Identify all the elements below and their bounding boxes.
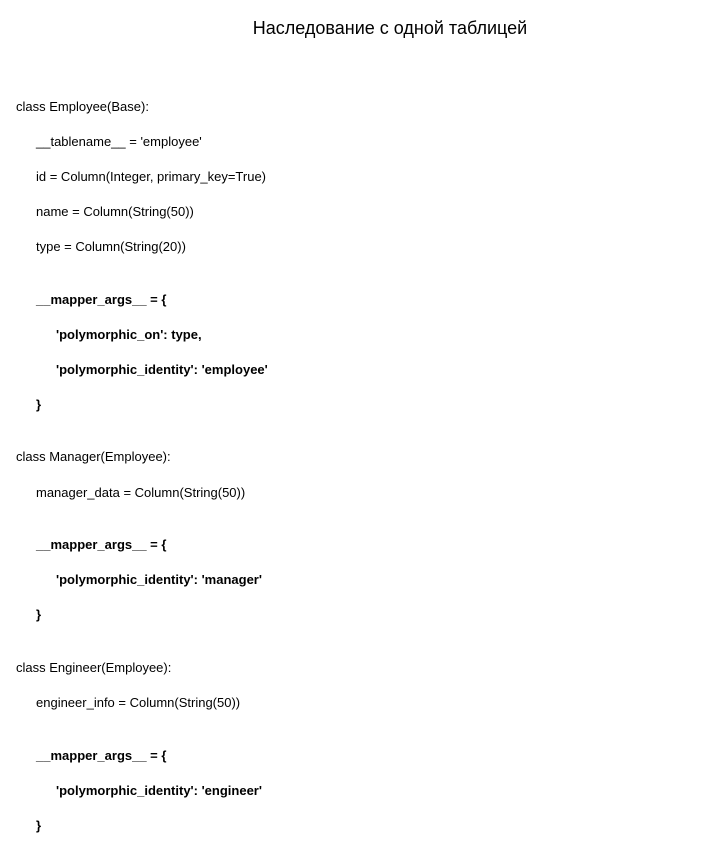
- code-line: manager_data = Column(String(50)): [16, 484, 268, 502]
- code-line: __tablename__ = 'employee': [16, 133, 268, 151]
- code-line: class Manager(Employee):: [16, 448, 268, 466]
- code-line: class Employee(Base):: [16, 98, 268, 116]
- code-line: }: [16, 396, 268, 414]
- code-line: 'polymorphic_on': type,: [16, 326, 268, 344]
- code-line: __mapper_args__ = {: [16, 747, 268, 765]
- code-line: 'polymorphic_identity': 'engineer': [16, 782, 268, 800]
- code-line: type = Column(String(20)): [16, 238, 268, 256]
- slide-title: Наследование с одной таблицей: [0, 18, 720, 39]
- code-line: engineer_info = Column(String(50)): [16, 694, 268, 712]
- code-line: }: [16, 817, 268, 835]
- code-line: __mapper_args__ = {: [16, 291, 268, 309]
- code-line: name = Column(String(50)): [16, 203, 268, 221]
- code-block: class Employee(Base): __tablename__ = 'e…: [16, 80, 268, 852]
- code-line: 'polymorphic_identity': 'employee': [16, 361, 268, 379]
- code-line: 'polymorphic_identity': 'manager': [16, 571, 268, 589]
- code-line: id = Column(Integer, primary_key=True): [16, 168, 268, 186]
- code-line: }: [16, 606, 268, 624]
- code-line: class Engineer(Employee):: [16, 659, 268, 677]
- code-line: __mapper_args__ = {: [16, 536, 268, 554]
